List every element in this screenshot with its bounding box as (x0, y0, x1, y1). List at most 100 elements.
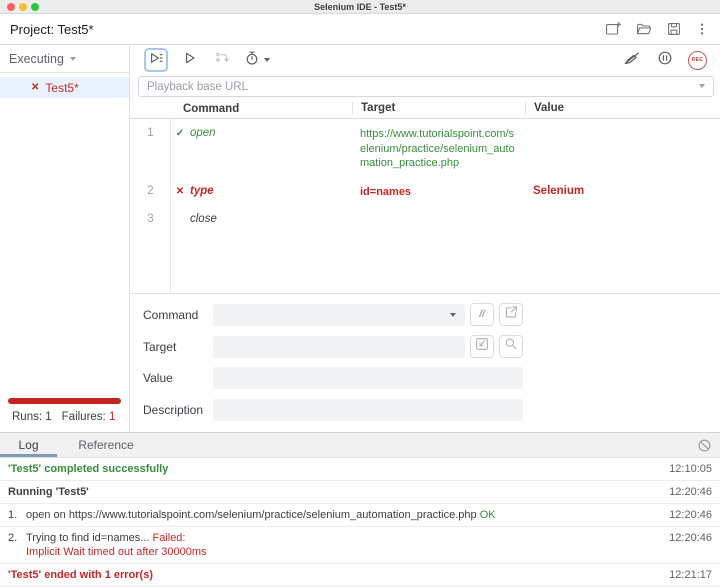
row-number: 3 (147, 213, 154, 226)
command-cell: ✓ open (171, 127, 352, 171)
log-timestamp: 12:20:46 (669, 485, 712, 498)
pause-circle-icon (657, 50, 673, 71)
cross-icon: ✕ (175, 185, 185, 197)
clear-log-button[interactable] (697, 438, 712, 458)
target-cell (352, 213, 525, 225)
log-entry: 1. open on https://www.tutorialspoint.co… (0, 504, 720, 527)
command-name: close (190, 213, 217, 226)
log-failed-suffix: Failed: (152, 531, 186, 544)
table-row[interactable]: 2 ✕ type id=names Selenium (130, 177, 720, 206)
run-all-tests-button[interactable] (144, 48, 168, 72)
log-message-line1: Trying to find id=names... Failed: (26, 531, 186, 544)
step-over-button[interactable] (212, 50, 232, 70)
toolbar-left-group (144, 48, 270, 72)
toolbar-right-group: REC (622, 50, 707, 70)
rec-label: REC (691, 57, 704, 63)
sidebar-view-dropdown[interactable]: Executing (0, 45, 129, 73)
log-entry-number: 1. (8, 508, 18, 521)
log-timestamp: 12:21:17 (669, 569, 712, 582)
form-row-target: Target (143, 335, 523, 358)
log-timestamp: 12:10:05 (669, 463, 712, 475)
log-tab-bar: Log Reference (0, 433, 720, 458)
test-failed-icon: ✕ (31, 82, 40, 93)
project-title: Project: Test5* (10, 22, 94, 37)
run-stats: Runs: 1 Failures: 1 (12, 411, 115, 423)
new-project-button[interactable] (605, 21, 622, 37)
test-item-label: Test5* (45, 80, 79, 95)
value-cell (525, 213, 720, 225)
row-number: 2 (147, 184, 154, 197)
command-name: type (190, 184, 214, 197)
sidebar-test-item[interactable]: ✕ Test5* (0, 77, 129, 98)
playback-url-row (130, 75, 720, 97)
log-panel: Log Reference 'Test5' completed successf… (0, 432, 720, 587)
command-name: open (190, 127, 216, 139)
log-timestamp: 12:20:46 (669, 508, 712, 521)
table-row[interactable]: 1 ✓ open https://www.tutorialspoint.com/… (130, 119, 720, 177)
table-row[interactable]: 3 close (130, 205, 720, 231)
comment-toggle-button[interactable]: // (470, 303, 494, 326)
record-button[interactable]: REC (688, 50, 707, 70)
value-field-label: Value (143, 371, 173, 385)
select-target-button[interactable] (470, 335, 494, 358)
test-progress-bar (8, 398, 121, 404)
column-header-command[interactable]: Command (171, 103, 352, 115)
disable-breakpoints-button[interactable] (622, 50, 642, 70)
log-message: Running 'Test5' (8, 485, 89, 498)
log-message: 'Test5' ended with 1 error(s) (8, 569, 154, 582)
form-row-value: Value (143, 367, 523, 389)
project-actions (605, 21, 708, 37)
log-message: 'Test5' completed successfully (8, 463, 169, 475)
step-over-icon (214, 50, 230, 71)
log-entry: 'Test5' ended with 1 error(s) 12:21:17 (0, 564, 720, 587)
target-cell: https://www.tutorialspoint.com/selenium/… (360, 128, 515, 170)
column-header-target[interactable]: Target (352, 102, 525, 115)
target-field-label: Target (143, 339, 177, 354)
failures-count: 1 (108, 411, 116, 423)
log-message: open on https://www.tutorialspoint.com/s… (26, 508, 496, 521)
project-bar: Project: Test5* (0, 14, 720, 45)
run-all-icon (148, 50, 164, 71)
playback-base-url-input[interactable] (138, 76, 714, 97)
value-cell: Selenium (533, 184, 585, 197)
description-field-label: Description (143, 403, 204, 417)
command-cell: ✕ type (171, 185, 352, 200)
description-input[interactable] (213, 399, 523, 421)
open-project-button[interactable] (636, 21, 652, 37)
kebab-menu-icon (696, 21, 708, 37)
titlebar: Selenium IDE - Test5* (0, 0, 720, 14)
selenium-ide-window: Selenium IDE - Test5* Project: Test5* Ex… (0, 0, 720, 587)
find-target-button[interactable] (499, 335, 523, 358)
command-edit-form: Command // Target Value Description (130, 293, 720, 432)
main-panel: REC Command Target Value 1 ✓ (130, 45, 720, 432)
log-entry: Running 'Test5' 12:20:46 (0, 481, 720, 504)
failures-stat: Failures: 1 (61, 411, 116, 423)
tab-log[interactable]: Log (0, 433, 57, 457)
chevron-down-icon (69, 56, 76, 61)
tab-reference[interactable]: Reference (57, 433, 155, 457)
row-number: 1 (147, 127, 154, 139)
new-project-icon (605, 21, 622, 37)
runs-stat: Runs: 1 (12, 411, 52, 423)
command-field-label: Command (143, 307, 199, 322)
command-select[interactable] (213, 303, 465, 326)
target-input[interactable] (213, 335, 465, 358)
open-in-new-icon (503, 304, 519, 325)
search-icon (503, 336, 519, 357)
more-options-button[interactable] (696, 21, 708, 37)
check-icon: ✓ (175, 128, 185, 139)
run-current-test-button[interactable] (180, 50, 200, 70)
value-input[interactable] (213, 367, 523, 389)
clear-prohibition-icon (697, 439, 712, 457)
open-reference-button[interactable] (499, 303, 523, 326)
pause-on-exceptions-button[interactable] (655, 50, 675, 70)
column-header-value[interactable]: Value (525, 102, 720, 115)
form-row-command: Command // (143, 303, 523, 326)
chevron-down-icon (699, 84, 705, 88)
app-body: Executing ✕ Test5* Runs: 1 Failures: 1 R… (0, 45, 720, 432)
save-project-button[interactable] (666, 21, 682, 37)
log-entry: 2. Trying to find id=names... Failed: Im… (0, 527, 720, 565)
window-title: Selenium IDE - Test5* (314, 1, 406, 12)
log-error-detail: Implicit Wait timed out after 30000ms (26, 546, 207, 559)
test-speed-button[interactable] (244, 50, 270, 71)
